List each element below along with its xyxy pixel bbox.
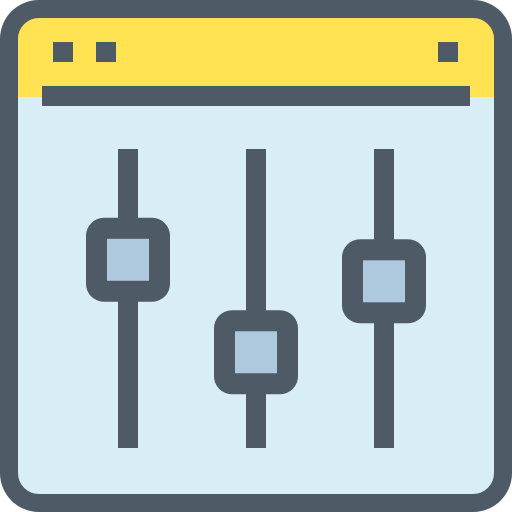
window-dot-icon — [438, 42, 458, 62]
slider-track — [246, 149, 266, 448]
window-with-sliders-icon — [0, 0, 512, 512]
titlebar — [9, 9, 503, 97]
slider-knob-face — [235, 331, 277, 374]
sliders-group — [86, 149, 426, 448]
window-dot-icon — [96, 42, 116, 62]
window-dot-icon — [53, 42, 73, 62]
titlebar-divider — [42, 86, 470, 106]
slider-knob-face — [363, 260, 405, 303]
slider-knob-face — [107, 238, 149, 281]
settings-sliders-window-icon — [0, 0, 512, 512]
